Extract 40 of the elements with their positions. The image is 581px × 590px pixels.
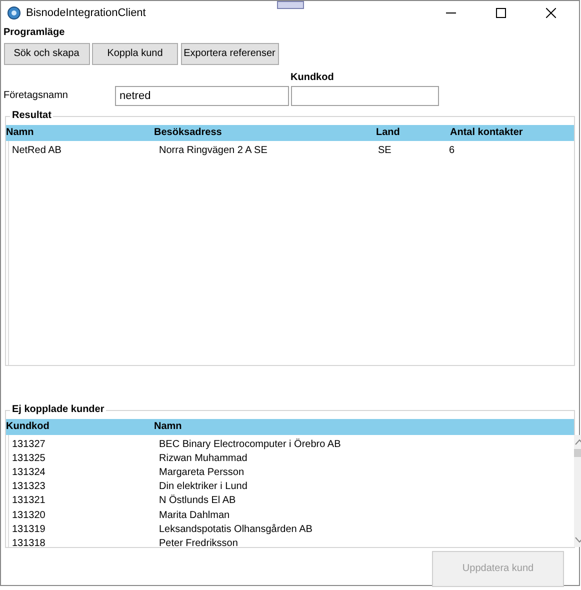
table-cell-text: Marita Dahlman [158, 508, 231, 523]
section-label: Programläge [4, 26, 66, 40]
window-title: BisnodeIntegrationClient [26, 6, 146, 21]
mode-button[interactable]: Sök och skapa [4, 42, 90, 64]
group-title: Ej kopplade kunder [10, 402, 106, 416]
column-header: Namn [6, 126, 35, 140]
table-cell-text: 131319 [11, 522, 46, 537]
column-header: Namn [154, 420, 183, 434]
table-cell-text: 131327 [11, 438, 46, 452]
table-cell-text: Leksandspotatis Olhansgården AB [158, 522, 314, 537]
column-header: Antal kontakter [450, 126, 524, 140]
table-cell-text: 131323 [11, 480, 46, 494]
table-cell-text: 131321 [11, 494, 46, 508]
table-cell-text: 131325 [11, 452, 46, 466]
table-cell-text: 131320 [11, 508, 46, 523]
table-cell-text: N Östlunds El AB [158, 494, 237, 508]
close-icon[interactable] [546, 8, 556, 18]
column-header: Besöksadress [154, 126, 223, 140]
table-cell-text: Margareta Persson [158, 466, 246, 480]
table-cell-text: NetRed AB [11, 144, 62, 158]
table-cell-text: BEC Binary Electrocomputer i Örebro AB [158, 438, 342, 452]
column-header: Land [376, 126, 401, 140]
maximize-icon[interactable] [496, 8, 506, 18]
table-cell-text: 131318 [11, 536, 46, 551]
field-label: Företagsnamn [4, 89, 69, 103]
export-button[interactable]: Exportera referenser [180, 42, 278, 64]
table-cell-text: 131324 [11, 466, 46, 480]
company-name-field[interactable]: netred [114, 86, 288, 106]
table-cell-text: Norra Ringvägen 2 A SE [158, 144, 268, 158]
mode-button[interactable]: Koppla kund [92, 42, 178, 64]
field-label: Kundkod [290, 70, 334, 84]
table-cell-text: Peter Fredriksson [158, 536, 239, 551]
window-grip[interactable] [277, 1, 304, 9]
table-cell-text: Din elektriker i Lund [158, 480, 248, 494]
table-cell-text: SE [377, 144, 392, 158]
column-header: Kundkod [6, 420, 50, 434]
customer-code-field[interactable] [291, 86, 439, 106]
table-cell-text: 6 [448, 144, 456, 158]
table-cell-text: Rizwan Muhammad [158, 452, 248, 466]
app-icon [7, 6, 21, 20]
